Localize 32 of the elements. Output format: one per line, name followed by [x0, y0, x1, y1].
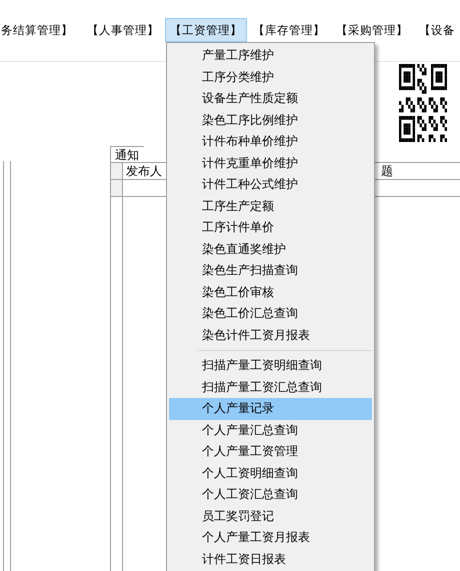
menu-item[interactable]: 【库存管理】 [248, 18, 330, 42]
menu-option[interactable]: 染色直通奖维护 [169, 238, 372, 260]
menu-option[interactable]: 工序计件单价 [169, 217, 372, 238]
menu-option[interactable]: 染色工价审核 [169, 282, 372, 303]
menu-option[interactable]: 染色工价汇总查询 [169, 303, 372, 324]
menu-option[interactable]: 个人工资明细查询 [169, 462, 372, 484]
qr-code-icon [399, 64, 447, 142]
menu-option[interactable]: 工序分类维护 [169, 66, 372, 88]
menu-option[interactable]: 染色计件工资月报表 [169, 324, 372, 346]
menu-item[interactable]: 【采购管理】 [331, 18, 413, 42]
menu-item[interactable]: 【设备 [414, 18, 460, 42]
menu-option[interactable]: 计件工资日报表 [169, 548, 372, 570]
menu-option[interactable]: 扫描产量工资明细查询 [169, 355, 372, 376]
menu-option[interactable]: 染色生产扫描查询 [169, 260, 372, 282]
menu-option[interactable]: 员工奖罚登记 [169, 506, 372, 527]
menu-option[interactable]: 个人产量汇总查询 [169, 420, 372, 441]
menu-option[interactable]: 个人产量工资管理 [169, 441, 372, 462]
menu-option[interactable]: 个人产量工资月报表 [169, 527, 372, 548]
menu-option[interactable]: 工序生产定额 [169, 196, 372, 217]
menu-option[interactable]: 个人产量记录 [169, 398, 372, 420]
menu-item[interactable]: 【工资管理】 [165, 18, 247, 42]
menu-option[interactable]: 个人工资汇总查询 [169, 484, 372, 506]
menu-item[interactable]: 【人事管理】 [82, 18, 164, 42]
column-header: 题 [380, 163, 393, 179]
row-header[interactable] [111, 180, 123, 196]
menu-option[interactable]: 设备生产性质定额 [169, 88, 372, 110]
notice-tab[interactable]: 通知 [110, 146, 158, 163]
menu-option[interactable]: 染色工序比例维护 [169, 110, 372, 131]
menu-option[interactable]: 扫描产量工资汇总查询 [169, 376, 372, 398]
menu-item[interactable]: 务结算管理】 [0, 18, 78, 42]
menu-option[interactable]: 产量工序维护 [169, 45, 372, 66]
menu-option[interactable]: 计件布种单价维护 [169, 131, 372, 152]
